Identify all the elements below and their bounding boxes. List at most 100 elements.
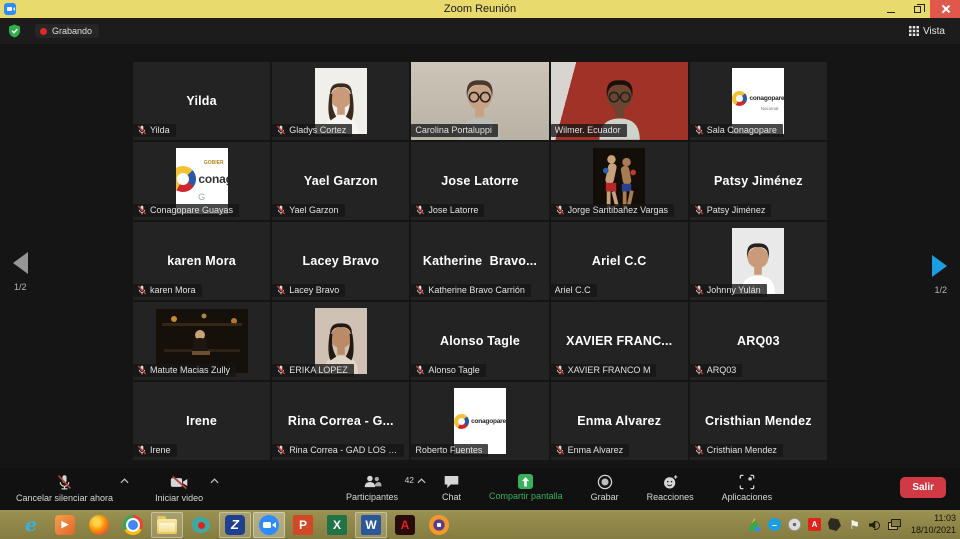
recording-indicator[interactable]: Grabando <box>35 24 99 38</box>
participant-tile[interactable]: Yilda Yilda <box>133 62 270 140</box>
flag-icon[interactable]: ⚑ <box>848 518 861 531</box>
scanner-app-icon[interactable]: Z <box>219 512 251 538</box>
participant-tile[interactable]: Cristhian Mendez Cristhian Mendez <box>690 382 827 460</box>
muted-mic-icon <box>137 205 147 215</box>
powerpoint-icon[interactable]: P <box>287 512 319 538</box>
participant-tile[interactable]: Jorge Santibañez Vargas <box>551 142 688 220</box>
apps-icon <box>739 474 755 490</box>
record-label: Grabar <box>591 492 619 502</box>
acrobat-tray-icon[interactable]: A <box>808 518 821 531</box>
participant-tile[interactable]: ERIKA LOPEZ <box>272 302 409 380</box>
chat-button[interactable]: Chat <box>442 474 461 502</box>
word-icon[interactable]: W <box>355 512 387 538</box>
taskbar-clock[interactable]: 11:03 18/10/2021 <box>911 513 960 536</box>
view-button[interactable]: Vista <box>904 24 950 39</box>
participant-tile[interactable]: Yael Garzon Yael Garzon <box>272 142 409 220</box>
unmute-label: Cancelar silenciar ahora <box>16 493 113 503</box>
firefox-icon[interactable] <box>83 512 115 538</box>
mute-options-chevron-icon[interactable] <box>120 478 129 484</box>
grid-view-icon <box>909 26 919 36</box>
muted-mic-icon <box>694 445 704 455</box>
participant-tile[interactable]: Patsy Jiménez Patsy Jiménez <box>690 142 827 220</box>
participant-tile[interactable]: Katherine Bravo... Katherine Bravo Carri… <box>411 222 548 300</box>
close-button[interactable] <box>930 0 960 18</box>
record-icon <box>597 474 613 490</box>
clock-time: 11:03 <box>934 513 956 523</box>
recording-dot-icon <box>40 28 47 35</box>
disc-icon[interactable] <box>788 518 801 531</box>
participant-tile[interactable]: Ariel C.C Ariel C.C <box>551 222 688 300</box>
password-lock-icon[interactable] <box>423 512 455 538</box>
apps-button[interactable]: Aplicaciones <box>722 474 773 502</box>
muted-mic-icon <box>415 365 425 375</box>
minimize-button[interactable] <box>878 0 904 18</box>
participant-tile[interactable]: Gladys Cortez <box>272 62 409 140</box>
participant-name-label: Ariel C.C <box>551 284 597 297</box>
internet-explorer-icon[interactable]: e <box>15 512 47 538</box>
media-player-icon[interactable]: ▶ <box>49 512 81 538</box>
participants-icon <box>363 474 382 490</box>
participant-tile[interactable]: Lacey Bravo Lacey Bravo <box>272 222 409 300</box>
file-explorer-icon[interactable] <box>151 512 183 538</box>
next-page-arrow[interactable] <box>932 255 947 277</box>
unmute-button[interactable]: Cancelar silenciar ahora <box>16 474 113 503</box>
leave-meeting-button[interactable]: Salir <box>900 477 946 498</box>
participant-name-label: Gladys Cortez <box>272 124 352 137</box>
participants-chevron-icon[interactable] <box>417 478 426 484</box>
acrobat-icon[interactable]: A <box>389 512 421 538</box>
window-title: Zoom Reunión <box>0 3 960 15</box>
participant-tile[interactable]: Jose Latorre Jose Latorre <box>411 142 548 220</box>
reactions-button[interactable]: Reacciones <box>647 474 694 502</box>
share-screen-button[interactable]: Compartir pantalla <box>489 474 563 502</box>
participant-tile[interactable]: Enma Alvarez Enma Alvarez <box>551 382 688 460</box>
screen-recorder-icon[interactable] <box>185 512 217 538</box>
participant-tile[interactable]: Carolina Portaluppi <box>411 62 548 140</box>
start-video-button[interactable]: Iniciar video <box>155 474 203 503</box>
onedrive-icon[interactable]: – <box>768 518 781 531</box>
muted-mic-icon <box>137 445 147 455</box>
muted-mic-icon <box>555 205 565 215</box>
participant-name-label: Wilmer. Ecuador <box>551 124 627 137</box>
muted-mic-toolbar-icon <box>56 474 73 491</box>
participant-name-label: Jorge Santibañez Vargas <box>551 204 674 217</box>
participant-tile[interactable]: karen Mora karen Mora <box>133 222 270 300</box>
previous-page-arrow[interactable] <box>13 252 28 274</box>
participant-tile[interactable]: Johnny Yulán <box>690 222 827 300</box>
chat-label: Chat <box>442 492 461 502</box>
participant-name-label: Alonso Tagle <box>411 364 485 377</box>
record-button[interactable]: Grabar <box>591 474 619 502</box>
volume-icon[interactable] <box>868 518 881 531</box>
meeting-info-button[interactable] <box>8 24 21 38</box>
participant-tile[interactable]: XAVIER FRANC... XAVIER FRANCO M <box>551 302 688 380</box>
share-screen-label: Compartir pantalla <box>489 491 563 501</box>
chrome-icon[interactable] <box>117 512 149 538</box>
participant-tile[interactable]: Alonso Tagle Alonso Tagle <box>411 302 548 380</box>
network-icon[interactable] <box>888 518 901 531</box>
restore-button[interactable] <box>904 0 930 18</box>
participant-tile[interactable]: Wilmer. Ecuador <box>551 62 688 140</box>
zoom-icon[interactable] <box>253 512 285 538</box>
muted-mic-icon <box>555 365 565 375</box>
participant-name-label: ARQ03 <box>690 364 743 377</box>
participant-tile[interactable]: Irene Irene <box>133 382 270 460</box>
participant-tile[interactable]: conagopare Roberto Fuentes <box>411 382 548 460</box>
participant-tile[interactable]: Matute Macias Zully <box>133 302 270 380</box>
participant-name-label: Conagopare Guayas <box>133 204 239 217</box>
muted-mic-icon <box>415 285 425 295</box>
participant-name-label: XAVIER FRANCO M <box>551 364 657 377</box>
video-options-chevron-icon[interactable] <box>210 478 219 484</box>
excel-icon[interactable]: X <box>321 512 353 538</box>
participant-tile[interactable]: ARQ03 ARQ03 <box>690 302 827 380</box>
participant-tile[interactable]: GOBIERconagG Conagopare Guayas <box>133 142 270 220</box>
video-gallery: Yilda Yilda Gladys Cortez Carolina Porta… <box>0 44 960 468</box>
participant-tile[interactable]: Rina Correa - G... Rina Correa - GAD LOS… <box>272 382 409 460</box>
participant-tile[interactable]: conagopareNacional Sala Conagopare <box>690 62 827 140</box>
participant-name-label: Lacey Bravo <box>272 284 345 297</box>
meeting-toolbar: Cancelar silenciar ahora Iniciar video 4… <box>0 468 960 510</box>
muted-mic-icon <box>137 125 147 135</box>
chat-icon <box>443 474 460 490</box>
participants-button[interactable]: 42 Participantes <box>346 474 398 502</box>
window-titlebar[interactable]: Zoom Reunión <box>0 0 960 18</box>
antivirus-icon[interactable] <box>828 518 841 531</box>
google-drive-icon[interactable] <box>748 518 761 531</box>
